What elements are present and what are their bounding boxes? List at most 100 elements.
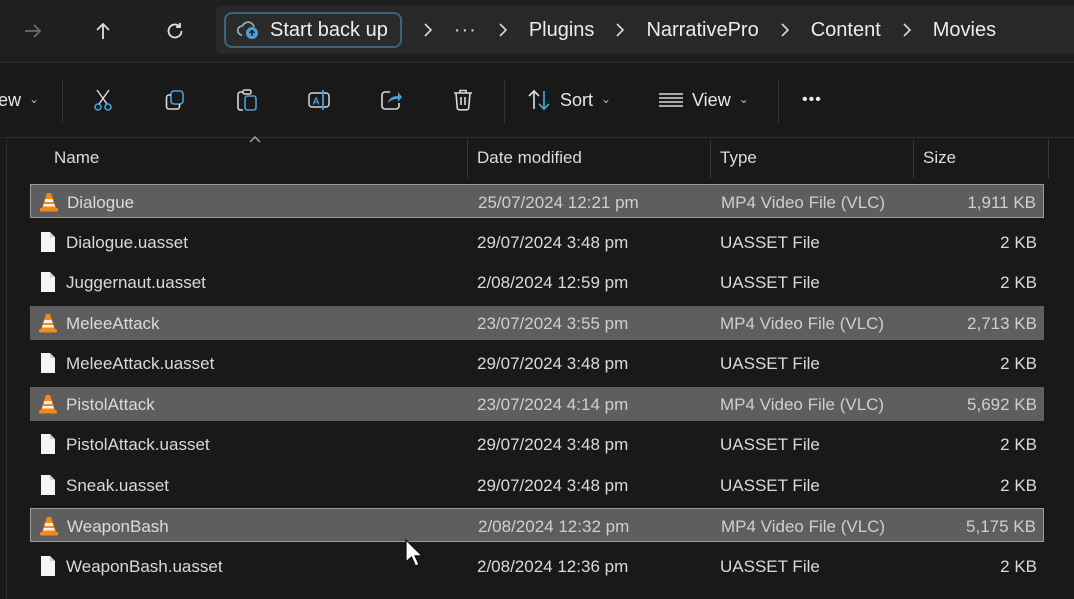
cloud-backup-icon [236, 21, 258, 39]
file-row[interactable]: Sneak.uasset 29/07/2024 3:48 pm UASSET Fil… [30, 468, 1044, 502]
file-type: UASSET File [720, 354, 820, 373]
column-header: Name Date modified Type Size [0, 136, 1074, 180]
scissors-icon [94, 89, 112, 111]
breadcrumb-separator[interactable] [422, 22, 434, 38]
sort-ascending-icon [249, 136, 261, 143]
sort-button[interactable]: Sort ⌄ [526, 83, 611, 117]
cut-button[interactable] [88, 85, 118, 115]
toolbar-divider [778, 79, 779, 123]
sort-label: Sort [560, 89, 594, 110]
column-size[interactable]: Size [923, 148, 956, 168]
column-date-modified[interactable]: Date modified [477, 148, 582, 168]
column-type[interactable]: Type [720, 148, 757, 168]
command-bar: ew ⌄ A Sort ⌄ View ⌄ ••• [0, 63, 1074, 138]
refresh-icon [167, 23, 183, 39]
column-resize-handle[interactable] [913, 140, 914, 178]
file-name: MeleeAttack [66, 313, 160, 333]
breadcrumb-overflow-button[interactable]: ··· [454, 19, 477, 42]
file-date-modified: 29/07/2024 3:48 pm [477, 475, 629, 495]
share-icon [381, 91, 402, 110]
rename-icon: A [308, 90, 330, 110]
sort-icon [528, 89, 550, 111]
more-options-icon: ••• [802, 91, 822, 108]
more-options-button[interactable]: ••• [802, 83, 822, 117]
breadcrumb-movies[interactable]: Movies [933, 19, 996, 42]
file-row[interactable]: PistolAttack 23/07/2024 4:14 pm MP4 Video … [30, 386, 1044, 421]
breadcrumb-separator[interactable] [779, 22, 791, 38]
file-type: MP4 Video File (VLC) [720, 313, 885, 333]
start-backup-label: Start back up [270, 18, 388, 41]
file-list: Dialogue 25/07/2024 12:21 pm MP4 Video Fil… [30, 184, 1044, 589]
file-icon [41, 555, 55, 576]
file-size: 2 KB [1000, 435, 1037, 454]
column-resize-handle[interactable] [1048, 140, 1049, 178]
file-row[interactable]: Dialogue 25/07/2024 12:21 pm MP4 Video Fil… [30, 184, 1044, 218]
column-resize-handle[interactable] [467, 140, 468, 178]
chevron-down-icon: ⌄ [29, 92, 40, 106]
chevron-down-icon: ⌄ [601, 92, 612, 106]
svg-text:A: A [313, 97, 320, 108]
file-row[interactable]: Juggernaut.uasset 2/08/2024 12:59 pm UASSE… [30, 265, 1044, 299]
view-list-icon [659, 93, 683, 107]
file-type: UASSET File [720, 232, 820, 252]
share-button[interactable] [376, 85, 406, 115]
refresh-button[interactable] [158, 14, 192, 48]
delete-button[interactable] [448, 85, 478, 115]
file-name: PistolAttack.uasset [66, 435, 210, 454]
vlc-cone-icon [40, 517, 58, 536]
file-date-modified: 23/07/2024 3:55 pm [477, 313, 629, 333]
rename-button[interactable]: A [304, 85, 334, 115]
file-date-modified: 29/07/2024 3:48 pm [477, 435, 629, 454]
vlc-cone-icon [39, 313, 57, 332]
copy-button[interactable] [160, 85, 190, 115]
chevron-down-icon: ⌄ [738, 92, 749, 106]
file-date-modified: 2/08/2024 12:32 pm [478, 517, 630, 536]
file-date-modified: 25/07/2024 12:21 pm [478, 193, 639, 212]
file-size: 1,911 KB [967, 193, 1036, 212]
chevron-right-icon [424, 23, 432, 37]
new-label: ew [0, 89, 22, 110]
file-name: Dialogue [67, 193, 135, 212]
breadcrumb-content[interactable]: Content [811, 19, 881, 42]
new-button[interactable]: ew ⌄ [0, 83, 39, 117]
toolbar-divider [504, 79, 505, 123]
start-backup-button[interactable]: Start back up [224, 12, 402, 48]
trash-icon [454, 89, 472, 111]
breadcrumb-separator[interactable] [901, 22, 913, 38]
file-name: MeleeAttack.uasset [66, 354, 215, 373]
file-type: UASSET File [720, 556, 820, 576]
breadcrumb-plugins[interactable]: Plugins [529, 19, 595, 42]
paste-icon [237, 89, 257, 111]
file-row[interactable]: WeaponBash.uasset 2/08/2024 12:36 pm UASSE… [30, 549, 1044, 583]
file-size: 2 KB [1000, 556, 1037, 576]
file-type: MP4 Video File (VLC) [720, 394, 885, 414]
file-row[interactable]: MeleeAttack 23/07/2024 3:55 pm MP4 Video F… [30, 305, 1044, 340]
nav-pane-border [6, 138, 7, 599]
file-icon [41, 474, 55, 495]
column-name[interactable]: Name [54, 148, 99, 168]
view-button[interactable]: View ⌄ [658, 83, 749, 117]
chevron-right-icon [903, 23, 911, 37]
file-date-modified: 2/08/2024 12:36 pm [477, 556, 629, 576]
breadcrumb-separator[interactable] [614, 22, 626, 38]
file-row[interactable]: PistolAttack.uasset 29/07/2024 3:48 pm UAS… [30, 427, 1044, 461]
breadcrumb-narrativepro[interactable]: NarrativePro [646, 19, 758, 42]
file-size: 5,692 KB [967, 394, 1037, 414]
forward-button[interactable] [16, 14, 50, 48]
file-row[interactable]: Dialogue.uasset 29/07/2024 3:48 pm UASSET … [30, 225, 1044, 259]
up-button[interactable] [86, 14, 120, 48]
paste-button[interactable] [232, 85, 262, 115]
file-date-modified: 23/07/2024 4:14 pm [477, 394, 629, 414]
file-name: PistolAttack [66, 394, 155, 414]
view-label: View [692, 89, 731, 110]
column-resize-handle[interactable] [710, 140, 711, 178]
arrow-up-icon [96, 22, 110, 39]
breadcrumb-separator[interactable] [497, 22, 509, 38]
file-type: UASSET File [720, 435, 820, 454]
file-icon [41, 272, 55, 292]
file-date-modified: 29/07/2024 3:48 pm [477, 232, 629, 252]
vlc-cone-icon [40, 193, 58, 212]
file-row[interactable]: WeaponBash 2/08/2024 12:32 pm MP4 Video Fi… [30, 508, 1044, 542]
file-row[interactable]: MeleeAttack.uasset 29/07/2024 3:48 pm UASS… [30, 346, 1044, 380]
file-icon [41, 434, 55, 454]
